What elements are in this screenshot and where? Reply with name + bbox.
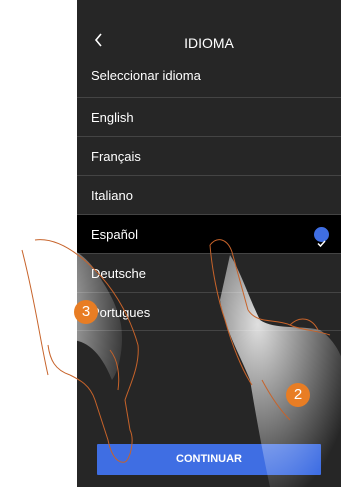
language-item-french[interactable]: Français bbox=[77, 136, 341, 175]
step-badge: 3 bbox=[74, 300, 98, 324]
checkmark-icon bbox=[314, 227, 329, 248]
step-badge: 2 bbox=[286, 383, 310, 407]
language-item-german[interactable]: Deutsche bbox=[77, 253, 341, 292]
language-item-portuguese[interactable]: Portugues bbox=[77, 292, 341, 331]
language-label: Español bbox=[91, 227, 138, 242]
section-subtitle: Seleccionar idioma bbox=[91, 68, 201, 83]
language-label: English bbox=[91, 110, 134, 125]
language-item-spanish[interactable]: Español bbox=[77, 214, 341, 253]
language-label: Portugues bbox=[91, 305, 151, 320]
device-screen: IDIOMA Seleccionar idioma English França… bbox=[77, 0, 341, 487]
language-label: Italiano bbox=[91, 188, 133, 203]
language-list: English Français Italiano Español Deutsc… bbox=[77, 97, 341, 331]
header: IDIOMA bbox=[77, 0, 341, 62]
language-label: Deutsche bbox=[91, 266, 146, 281]
page-title: IDIOMA bbox=[184, 35, 234, 51]
language-item-italian[interactable]: Italiano bbox=[77, 175, 341, 214]
language-item-english[interactable]: English bbox=[77, 97, 341, 136]
language-label: Français bbox=[91, 149, 141, 164]
continue-button[interactable]: CONTINUAR bbox=[97, 444, 321, 475]
